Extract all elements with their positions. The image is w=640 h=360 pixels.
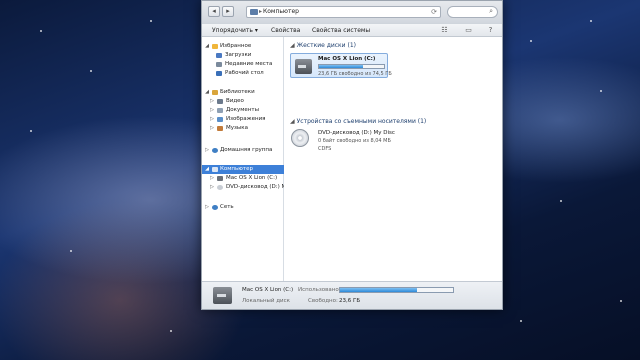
nav-favorites[interactable]: ◢ Избранное	[202, 42, 284, 51]
collapse-icon[interactable]: ◢	[204, 165, 210, 174]
video-library-icon	[217, 99, 223, 104]
navigation-pane: ◢ Избранное Загрузки Недавние места Рабо…	[202, 37, 284, 281]
nav-item-music[interactable]: ▷ Музыка	[202, 124, 284, 133]
details-free-value: 23,6 ГБ	[339, 298, 361, 304]
drive-usage-fill	[319, 65, 364, 68]
title-bar: ◂ ▸ ▸ Компьютер ⟳ ⌕	[202, 1, 502, 23]
search-icon: ⌕	[489, 7, 493, 15]
expand-icon[interactable]: ▷	[209, 124, 215, 133]
breadcrumb-location[interactable]: Компьютер	[263, 8, 299, 15]
expand-icon[interactable]: ▷	[209, 106, 215, 115]
back-button[interactable]: ◂	[208, 6, 220, 17]
organize-button[interactable]: Упорядочить ▾	[212, 27, 258, 34]
details-free-label: Свободно:	[308, 298, 338, 304]
forward-button[interactable]: ▸	[222, 6, 234, 17]
hard-drive-icon	[295, 59, 312, 74]
nav-homegroup[interactable]: ▷ Домашняя группа	[202, 146, 284, 155]
desktop-icon	[216, 71, 222, 76]
details-usage-bar	[339, 287, 454, 293]
nav-item-recent-places[interactable]: Недавние места	[202, 60, 284, 69]
explorer-window: ◂ ▸ ▸ Компьютер ⟳ ⌕ Упорядочить ▾ Свойст…	[201, 0, 503, 310]
preview-pane-icon[interactable]: ▭	[464, 26, 473, 34]
collapse-icon[interactable]: ◢	[204, 42, 210, 51]
computer-icon	[212, 167, 218, 172]
command-bar: Упорядочить ▾ Свойства Свойства системы …	[202, 23, 502, 37]
downloads-icon	[216, 53, 222, 58]
content-area: ◢ Избранное Загрузки Недавние места Рабо…	[202, 37, 502, 281]
dvd-disc-icon[interactable]	[291, 129, 309, 147]
expand-icon[interactable]: ▷	[209, 97, 215, 106]
computer-icon	[250, 9, 258, 15]
breadcrumb-separator: ▸	[259, 8, 263, 15]
address-bar[interactable]: ▸ Компьютер ⟳	[246, 6, 441, 18]
collapse-icon[interactable]: ◢	[204, 88, 210, 97]
recent-places-icon	[216, 62, 222, 67]
nav-network[interactable]: ▷ Сеть	[202, 203, 284, 212]
system-properties-button[interactable]: Свойства системы	[312, 27, 370, 34]
collapse-icon[interactable]: ◢	[290, 42, 295, 49]
drive-name: Mac OS X Lion (C:)	[318, 56, 376, 62]
view-options-icon[interactable]: ☷	[440, 26, 449, 34]
collapse-icon[interactable]: ◢	[290, 118, 295, 125]
details-pane: Mac OS X Lion (C:) Локальный диск Исполь…	[202, 281, 502, 309]
details-name: Mac OS X Lion (C:)	[242, 287, 294, 293]
drive-c-tile[interactable]: Mac OS X Lion (C:) 23,6 ГБ свободно из 7…	[290, 53, 392, 78]
drive-free-space: 23,6 ГБ свободно из 74,5 ГБ	[318, 71, 392, 77]
dvd-free-space: 0 байт свободно из 8,04 МБ	[318, 138, 391, 144]
expand-icon[interactable]: ▷	[204, 203, 210, 212]
star-icon	[212, 44, 218, 49]
homegroup-icon	[212, 148, 218, 153]
search-input[interactable]: ⌕	[447, 6, 498, 18]
expand-icon[interactable]: ▷	[209, 115, 215, 124]
nav-item-documents[interactable]: ▷ Документы	[202, 106, 284, 115]
expand-icon[interactable]: ▷	[209, 174, 215, 183]
properties-button[interactable]: Свойства	[271, 27, 300, 34]
details-used-label: Использовано:	[298, 287, 341, 293]
nav-item-videos[interactable]: ▷ Видео	[202, 97, 284, 106]
nav-computer[interactable]: ◢ Компьютер	[202, 165, 284, 174]
dvd-name[interactable]: DVD-дисковод (D:) My Disc	[318, 130, 395, 136]
dvd-icon	[217, 185, 223, 190]
library-icon	[212, 90, 218, 95]
drive-usage-bar	[318, 64, 385, 69]
nav-libraries[interactable]: ◢ Библиотеки	[202, 88, 284, 97]
hard-drive-icon	[217, 176, 223, 181]
pictures-library-icon	[217, 117, 223, 122]
details-usage-fill	[340, 288, 417, 292]
nav-item-pictures[interactable]: ▷ Изображения	[202, 115, 284, 124]
dvd-filesystem: CDFS	[318, 146, 332, 152]
network-icon	[212, 205, 218, 210]
hard-drive-icon	[213, 287, 232, 304]
nav-item-desktop[interactable]: Рабочий стол	[202, 69, 284, 78]
details-type: Локальный диск	[242, 298, 290, 304]
group-header-hard-drives[interactable]: ◢ Жесткие диски (1)	[290, 42, 356, 49]
refresh-icon[interactable]: ⟳	[431, 7, 437, 17]
expand-icon[interactable]: ▷	[209, 183, 215, 192]
nav-item-drive-c[interactable]: ▷ Mac OS X Lion (C:)	[202, 174, 284, 183]
nav-item-downloads[interactable]: Загрузки	[202, 51, 284, 60]
expand-icon[interactable]: ▷	[204, 146, 210, 155]
music-library-icon	[217, 126, 223, 131]
documents-library-icon	[217, 108, 223, 113]
group-header-removable[interactable]: ◢ Устройства со съемными носителями (1)	[290, 118, 426, 125]
items-pane: ◢ Жесткие диски (1) Mac OS X Lion (C:) 23…	[285, 37, 502, 281]
nav-item-dvd-drive[interactable]: ▷ DVD-дисковод (D:) M	[202, 183, 284, 192]
help-icon[interactable]: ?	[486, 26, 495, 34]
